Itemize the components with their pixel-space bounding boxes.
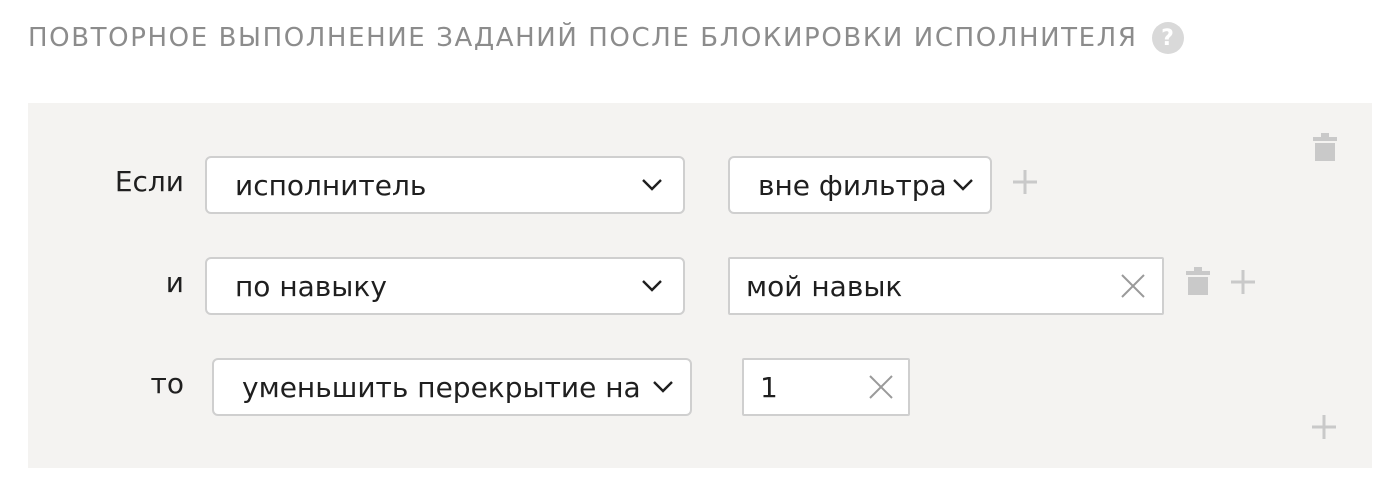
add-condition-plus-icon[interactable] <box>1230 269 1256 295</box>
rule-panel: Если исполнитель вне фильтра и по навыку… <box>28 103 1372 468</box>
delete-rule-trash-icon[interactable] <box>1310 131 1340 163</box>
condition-operator-value: вне фильтра <box>758 168 947 202</box>
condition-connector-and: и <box>165 266 184 299</box>
action-type-select[interactable]: уменьшить перекрытие на <box>212 358 692 416</box>
skill-input[interactable]: мой навык <box>728 257 1164 315</box>
condition-field-select[interactable]: по навыку <box>205 257 685 315</box>
condition-operator-select[interactable]: вне фильтра <box>728 156 992 214</box>
chevron-down-icon <box>950 172 976 198</box>
help-question-icon[interactable]: ? <box>1151 22 1184 54</box>
action-connector-then: то <box>150 367 184 400</box>
action-value: 1 <box>760 370 778 404</box>
condition-field-value: исполнитель <box>235 168 427 202</box>
delete-condition-trash-icon[interactable] <box>1184 265 1212 297</box>
clear-x-icon[interactable] <box>1118 271 1148 301</box>
chevron-down-icon <box>639 172 665 198</box>
action-type-value: уменьшить перекрытие на <box>242 370 641 404</box>
section-title: Повторное выполнение заданий после блоки… <box>28 23 1138 53</box>
add-rule-plus-icon[interactable] <box>1311 414 1337 440</box>
action-value-input[interactable]: 1 <box>742 358 910 416</box>
condition-field-select[interactable]: исполнитель <box>205 156 685 214</box>
chevron-down-icon <box>650 374 676 400</box>
chevron-down-icon <box>639 273 665 299</box>
add-condition-plus-icon[interactable] <box>1012 169 1038 195</box>
section-header: Повторное выполнение заданий после блоки… <box>28 18 1184 58</box>
skill-input-value: мой навык <box>746 269 903 303</box>
condition-field-value: по навыку <box>235 269 387 303</box>
clear-x-icon[interactable] <box>866 372 896 402</box>
condition-connector-if: Если <box>114 165 184 198</box>
